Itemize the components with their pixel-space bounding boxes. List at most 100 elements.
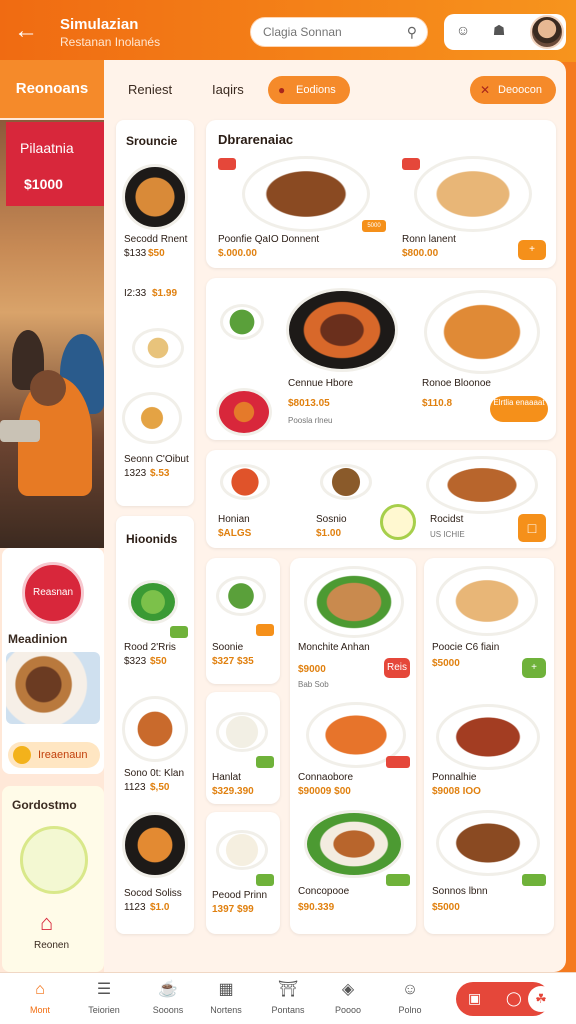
points-pill[interactable]: Ireaenaun: [8, 742, 100, 768]
search-bar[interactable]: ⚲: [250, 17, 428, 47]
bag-icon[interactable]: ☗: [488, 22, 510, 42]
dish-price: $90.339: [298, 902, 335, 913]
promo-heart-icon[interactable]: [216, 388, 272, 436]
dish-image[interactable]: [216, 712, 268, 752]
dish-price: $9000: [298, 664, 326, 675]
nav-label: Sooons: [152, 1005, 184, 1015]
promo-price: $1000: [24, 176, 63, 192]
dish-card: Peood Prinn 1397 $99: [206, 812, 280, 934]
dish-name: Cennue Hbore: [288, 378, 354, 389]
dish-image[interactable]: [320, 464, 372, 500]
dish-image[interactable]: [286, 288, 398, 372]
dish-image[interactable]: [216, 576, 266, 616]
home-icon[interactable]: ⌂: [40, 910, 53, 936]
nav-chef[interactable]: ☕ Sooons: [140, 979, 196, 1015]
dish-name: Seonn C'Oibut: [124, 454, 189, 465]
nav-list[interactable]: ☰ Teiorien: [76, 979, 132, 1015]
dish-image[interactable]: [304, 810, 404, 878]
dish-price: $1.99: [152, 288, 178, 299]
dish-name: Rood 2'Rris: [124, 642, 176, 653]
list-icon: ☰: [96, 981, 112, 998]
promo-banner[interactable]: Pilaatnia $1000: [6, 122, 104, 206]
garden-badge-icon[interactable]: [20, 826, 88, 894]
tab-decor[interactable]: ✕ Deoocon: [470, 76, 557, 104]
avatar[interactable]: [530, 15, 564, 49]
dish-image[interactable]: [414, 156, 532, 232]
tab-editions[interactable]: ● Eodions: [268, 76, 350, 104]
nav-gift[interactable]: ◈ Poooo: [320, 979, 376, 1015]
tab-editions-label: Eodions: [296, 84, 336, 96]
dish-image[interactable]: [122, 392, 182, 444]
dish-image[interactable]: [122, 812, 188, 878]
dish-image[interactable]: [436, 566, 538, 636]
category-title: Srouncie: [126, 134, 178, 148]
calendar-icon: ▦: [218, 981, 234, 998]
dish-tag[interactable]: Reis: [384, 658, 410, 678]
dish-price: $9008 IOO: [432, 786, 481, 797]
dish-image[interactable]: [220, 304, 264, 340]
back-arrow-icon[interactable]: ←: [14, 18, 42, 44]
dish-image[interactable]: [122, 696, 188, 762]
dish-price: $5000: [432, 658, 460, 669]
dish-price: $329.390: [212, 786, 254, 797]
dish-subtitle: Poosla rlneu: [288, 416, 333, 425]
tab-tags[interactable]: Iaqirs: [212, 76, 244, 104]
cart-button[interactable]: ▣ ◯ ☘: [456, 982, 554, 1016]
dish-card: Hanlat $329.390: [206, 692, 280, 804]
dish-image[interactable]: [220, 464, 270, 500]
dish-image[interactable]: [128, 580, 178, 624]
nav-profile[interactable]: ☺ Polno: [382, 979, 438, 1015]
dish-image[interactable]: [132, 328, 184, 368]
veg-tag: [522, 874, 546, 886]
nav-label: Nortens: [210, 1005, 242, 1015]
tab-decor-label: Deoocon: [498, 84, 543, 96]
app-subtitle: Restanan Inolanés: [60, 35, 161, 49]
dish-image[interactable]: [216, 830, 268, 870]
dish-image[interactable]: [122, 164, 188, 230]
dish-name: Ronn lanent: [402, 234, 456, 245]
nav-calendar[interactable]: ▦ Nortens: [198, 979, 254, 1015]
dish-name: Monchite Anhan: [298, 642, 370, 653]
dish-tag: [386, 756, 410, 768]
dish-price: $90009 $00: [298, 786, 351, 797]
dish-name: Concopooe: [298, 886, 350, 897]
dish-price: $133: [124, 248, 147, 259]
category-column: Hioonids Rood 2'Rris $323 $50 Sono 0t: K…: [116, 516, 194, 934]
dish-price: $327 $35: [212, 656, 254, 667]
nav-label: Teiorien: [88, 1005, 120, 1015]
tab-recent[interactable]: Reniest: [128, 76, 172, 104]
dish-name: Socod Soliss: [124, 888, 182, 899]
featured-card: Dbrarenaiac 5000 Poonfie QaIO Donnent $.…: [206, 120, 556, 268]
featured-title: Dbrarenaiac: [218, 132, 294, 147]
dish-image[interactable]: [436, 704, 540, 770]
search-icon[interactable]: ⚲: [407, 24, 417, 41]
dish-price-alt: $50: [148, 248, 165, 259]
restaurant-button[interactable]: Reasnan: [22, 562, 84, 624]
face-icon: ☺: [401, 981, 419, 998]
dish-column: Poocie C6 fiain $5000 + Ponnalhie $9008 …: [424, 558, 554, 934]
featured-food-photo[interactable]: [6, 652, 100, 724]
sidebar-card-garden: Gordostmo ⌂ Reonen: [2, 786, 104, 972]
points-label: Ireaenaun: [38, 749, 88, 761]
add-button[interactable]: +: [522, 658, 546, 678]
dish-price: $323: [124, 656, 147, 667]
nav-home[interactable]: ⌂ Mont: [12, 979, 68, 1015]
dish-image[interactable]: [242, 156, 370, 232]
order-button[interactable]: Elrtlia enaaaat: [490, 396, 548, 422]
dish-image[interactable]: [424, 290, 540, 374]
dish-name: Honian: [218, 514, 250, 525]
face-icon[interactable]: ☺: [452, 22, 474, 42]
dish-price: $ALGS: [218, 528, 252, 539]
add-button[interactable]: +: [518, 240, 546, 260]
building-icon: ⛩: [277, 981, 299, 998]
nav-building[interactable]: ⛩ Pontans: [260, 979, 316, 1015]
dish-name: Poocie C6 fiain: [432, 642, 500, 653]
dish-image[interactable]: [426, 456, 538, 514]
dish-price: $800.00: [402, 248, 439, 259]
dish-image[interactable]: [436, 810, 540, 876]
dish-image[interactable]: [304, 566, 404, 638]
bookmark-button[interactable]: □: [518, 514, 546, 542]
search-input[interactable]: [263, 25, 403, 39]
coin-icon: [13, 746, 31, 764]
cup-icon[interactable]: [380, 504, 416, 540]
